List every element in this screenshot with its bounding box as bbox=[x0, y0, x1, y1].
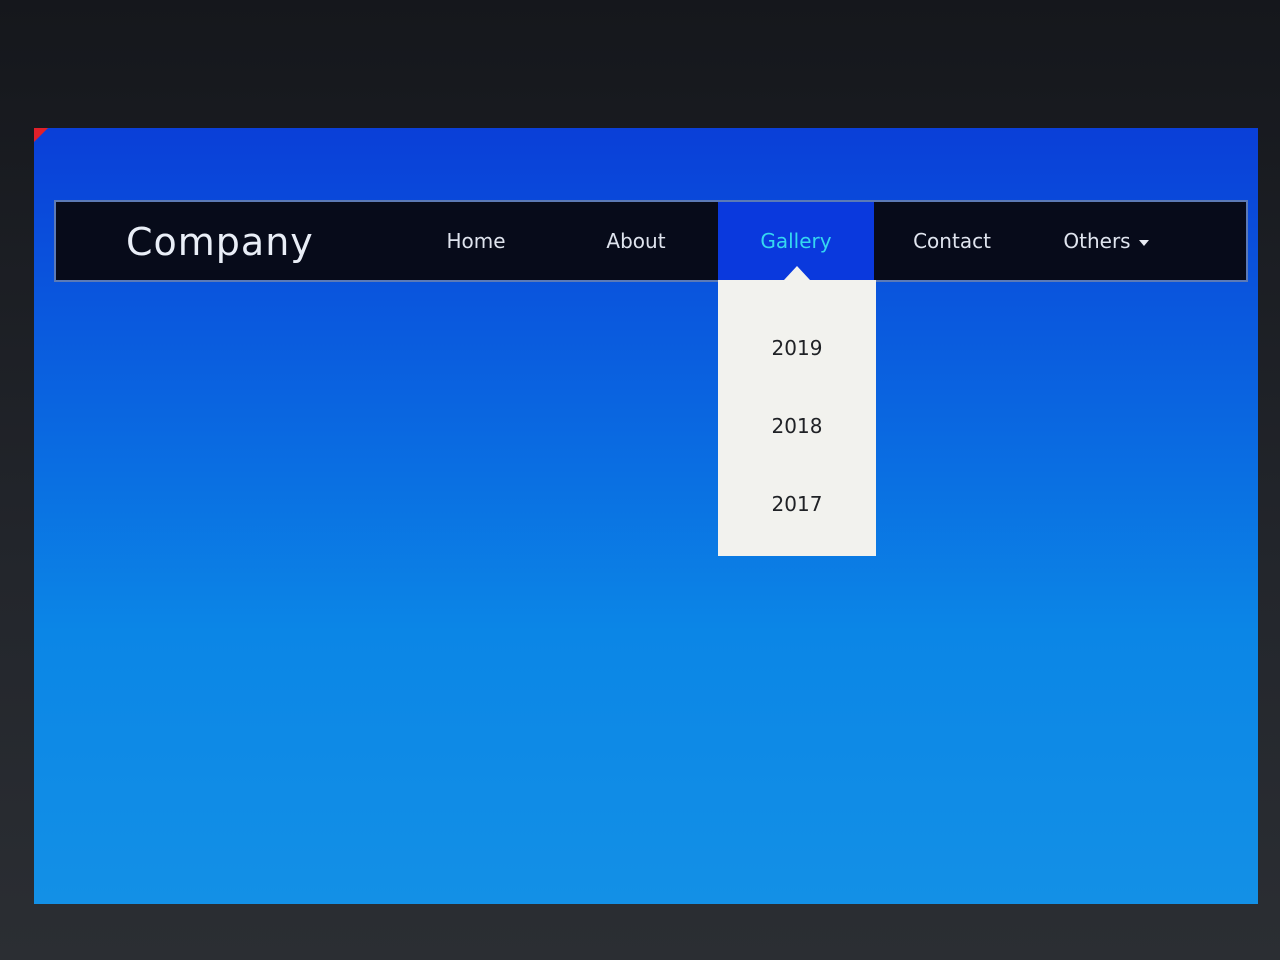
nav-item-label: Contact bbox=[913, 229, 991, 253]
dropdown-item-2018[interactable]: 2018 bbox=[718, 396, 876, 456]
photo-background: Company Home About Gallery Contact Other… bbox=[0, 0, 1280, 960]
top-navbar: Company Home About Gallery Contact Other… bbox=[54, 200, 1248, 282]
nav-item-label: Gallery bbox=[760, 229, 832, 253]
brand-logo[interactable]: Company bbox=[126, 220, 314, 264]
caret-down-icon bbox=[1138, 239, 1149, 246]
dropdown-item-2019[interactable]: 2019 bbox=[718, 318, 876, 378]
nav-item-contact[interactable]: Contact bbox=[892, 202, 1012, 280]
nav-item-label: Others bbox=[1063, 229, 1131, 253]
dropdown-item-2017[interactable]: 2017 bbox=[718, 474, 876, 534]
nav-item-about[interactable]: About bbox=[576, 202, 696, 280]
nav-item-home[interactable]: Home bbox=[416, 202, 536, 280]
browser-viewport: Company Home About Gallery Contact Other… bbox=[34, 128, 1258, 904]
nav-item-label: About bbox=[606, 229, 666, 253]
nav-item-others[interactable]: Others bbox=[1046, 202, 1166, 280]
gallery-dropdown-menu: 2019 2018 2017 bbox=[718, 266, 876, 556]
dropdown-pointer bbox=[784, 266, 810, 280]
nav-item-label: Home bbox=[446, 229, 506, 253]
corner-mark bbox=[34, 128, 48, 142]
